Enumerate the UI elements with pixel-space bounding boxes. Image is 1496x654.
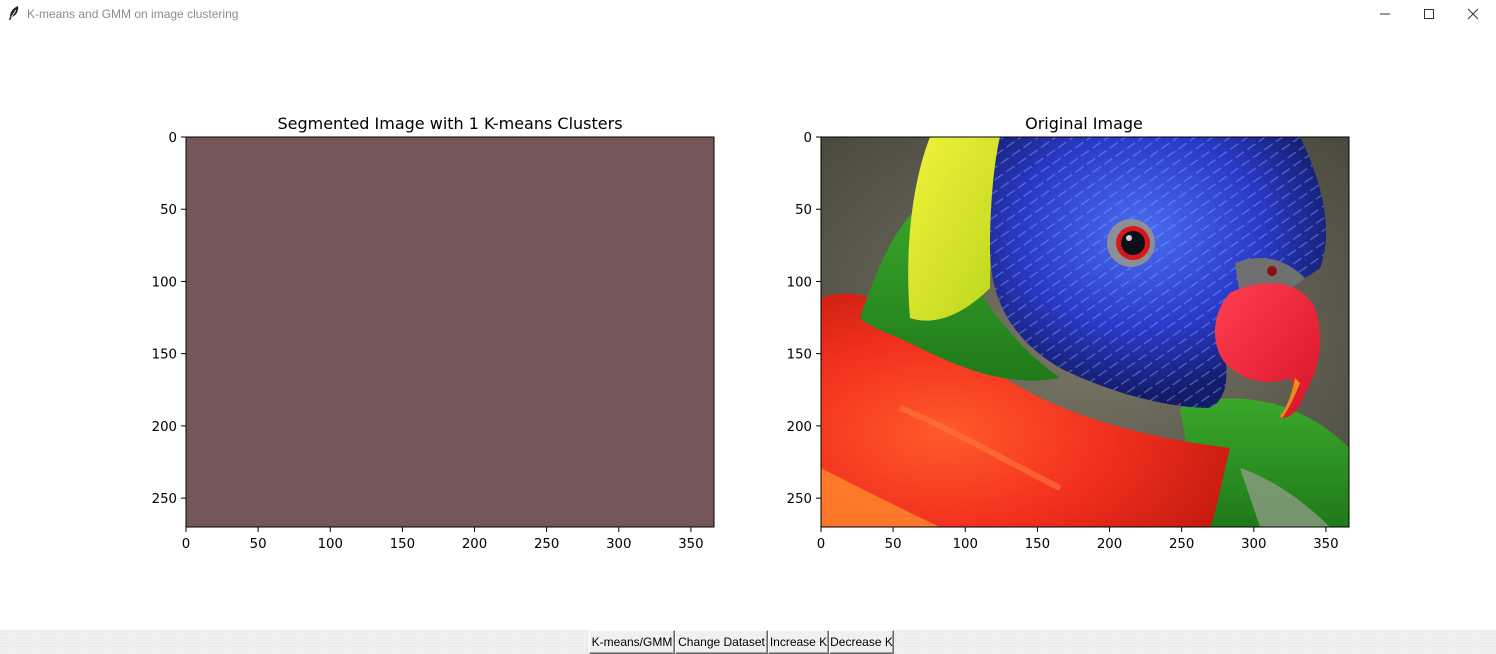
- right-x-tick-label: 200: [1097, 537, 1122, 552]
- right-x-tick-label: 100: [953, 537, 978, 552]
- left-plot-title: Segmented Image with 1 K-means Clusters: [277, 114, 622, 133]
- left-y-tick-label: 0: [169, 131, 177, 146]
- increase-k-button[interactable]: Increase K: [768, 630, 829, 654]
- left-y-tick-label: 150: [152, 348, 177, 363]
- right-y-axis: 0 50 100 150 200 250: [787, 131, 821, 507]
- left-y-tick-label: 100: [152, 275, 177, 290]
- right-y-tick-label: 150: [787, 348, 812, 363]
- left-x-tick-label: 350: [678, 537, 703, 552]
- app-window: K-means and GMM on image clustering Segm…: [0, 0, 1496, 654]
- maximize-icon: [1424, 9, 1434, 19]
- right-plot-title: Original Image: [1025, 114, 1143, 133]
- right-y-tick-label: 200: [787, 420, 812, 435]
- close-button[interactable]: [1450, 0, 1496, 28]
- figure-canvas: Segmented Image with 1 K-means Clusters …: [152, 114, 1350, 552]
- left-y-tick-label: 250: [152, 492, 177, 507]
- maximize-button[interactable]: [1406, 0, 1452, 28]
- right-y-tick-label: 250: [787, 492, 812, 507]
- left-x-tick-label: 150: [390, 537, 415, 552]
- feather-icon: [9, 6, 19, 20]
- left-x-tick-label: 200: [462, 537, 487, 552]
- left-y-tick-label: 200: [152, 420, 177, 435]
- window-title: K-means and GMM on image clustering: [27, 7, 239, 21]
- left-x-tick-label: 0: [182, 537, 190, 552]
- decrease-k-button[interactable]: Decrease K: [829, 630, 894, 654]
- close-icon: [1467, 8, 1479, 20]
- right-x-tick-label: 350: [1313, 537, 1338, 552]
- left-y-tick-label: 50: [160, 203, 177, 218]
- right-x-tick-label: 150: [1025, 537, 1050, 552]
- title-bar[interactable]: K-means and GMM on image clustering: [0, 0, 1496, 28]
- right-y-tick-label: 0: [804, 131, 812, 146]
- left-x-axis: 0 50 100 150 200 250 300 350: [182, 527, 704, 552]
- right-y-tick-label: 50: [795, 203, 812, 218]
- change-dataset-button[interactable]: Change Dataset: [675, 630, 768, 654]
- parrot-pupil: [1121, 231, 1145, 255]
- left-x-tick-label: 300: [606, 537, 631, 552]
- kmeans-gmm-toggle-button[interactable]: K-means/GMM: [589, 630, 675, 654]
- original-image: [821, 137, 1349, 527]
- left-x-tick-label: 250: [534, 537, 559, 552]
- left-x-tick-label: 100: [318, 537, 343, 552]
- right-x-tick-label: 300: [1241, 537, 1266, 552]
- minimize-button[interactable]: [1362, 0, 1408, 28]
- left-y-axis: 0 50 100 150 200 250: [152, 131, 186, 507]
- right-x-tick-label: 250: [1169, 537, 1194, 552]
- bottom-toolbar: K-means/GMM Change Dataset Increase K De…: [0, 630, 1496, 654]
- matplotlib-figure: Segmented Image with 1 K-means Clusters …: [0, 28, 1496, 630]
- right-x-tick-label: 0: [817, 537, 825, 552]
- right-x-tick-label: 50: [885, 537, 902, 552]
- minimize-icon: [1380, 13, 1390, 15]
- right-y-tick-label: 100: [787, 275, 812, 290]
- left-x-tick-label: 50: [250, 537, 267, 552]
- button-row: K-means/GMM Change Dataset Increase K De…: [589, 630, 894, 654]
- right-x-axis: 0 50 100 150 200 250 300 350: [817, 527, 1339, 552]
- segmented-image: [186, 137, 714, 527]
